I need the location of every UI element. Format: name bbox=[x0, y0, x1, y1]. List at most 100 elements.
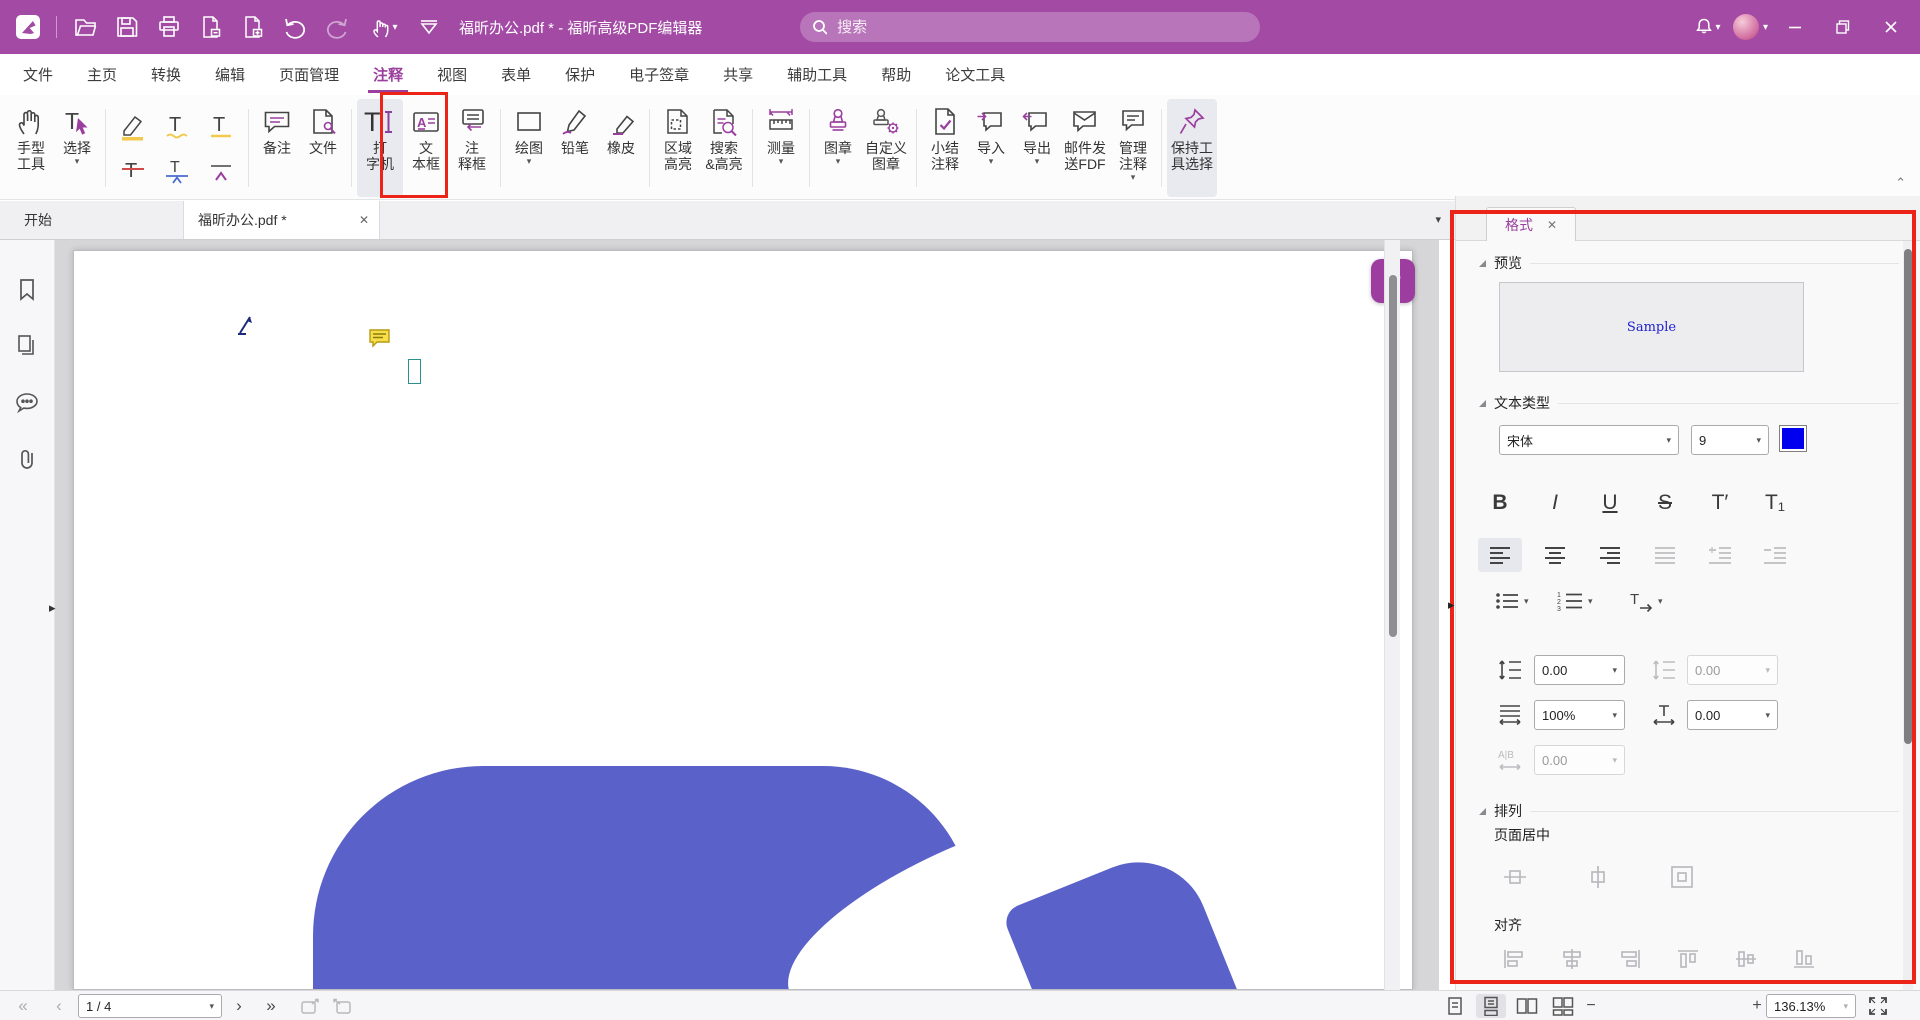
center-vertically-button[interactable] bbox=[1501, 863, 1529, 891]
menu-tab-esign[interactable]: 电子签章 bbox=[612, 54, 706, 95]
panel-scrollbar-thumb[interactable] bbox=[1904, 249, 1912, 744]
align-objects-hcenter-button[interactable] bbox=[1559, 947, 1585, 971]
select-tool-button[interactable]: T 选择 ▾ bbox=[54, 99, 100, 197]
pages-panel-button[interactable] bbox=[14, 332, 40, 358]
replace-text-button[interactable]: T bbox=[159, 152, 195, 188]
menu-tab-convert[interactable]: 转换 bbox=[134, 54, 198, 95]
arrange-section-header[interactable]: 排列 bbox=[1479, 801, 1899, 821]
align-right-button[interactable] bbox=[1588, 538, 1632, 572]
stamp-button[interactable]: 图章 ▾ bbox=[815, 99, 861, 197]
tab-list-dropdown-icon[interactable]: ▾ bbox=[1435, 213, 1441, 226]
next-page-button[interactable]: › bbox=[228, 991, 250, 1020]
menu-tab-accessibility[interactable]: 辅助工具 bbox=[770, 54, 864, 95]
align-objects-top-button[interactable] bbox=[1675, 947, 1701, 971]
previous-page-button[interactable]: ‹ bbox=[48, 991, 70, 1020]
area-highlight-button[interactable]: 区域 高亮 bbox=[655, 99, 701, 197]
page-number-select[interactable]: 1 / 4 ▾ bbox=[78, 994, 222, 1018]
menu-tab-page-management[interactable]: 页面管理 bbox=[262, 54, 356, 95]
zoom-out-button[interactable]: − bbox=[1582, 991, 1600, 1020]
account-menu[interactable]: ▾ bbox=[1733, 14, 1768, 40]
menu-tab-file[interactable]: 文件 bbox=[6, 54, 70, 95]
drawing-button[interactable]: 绘图 ▾ bbox=[506, 99, 552, 197]
menu-tab-view[interactable]: 视图 bbox=[420, 54, 484, 95]
menu-tab-home[interactable]: 主页 bbox=[70, 54, 134, 95]
single-page-view-button[interactable] bbox=[1440, 994, 1470, 1018]
close-panel-icon[interactable]: ✕ bbox=[1547, 218, 1557, 232]
restore-button[interactable] bbox=[1822, 0, 1864, 54]
typewriter-text-cursor[interactable] bbox=[408, 359, 421, 384]
align-objects-bottom-button[interactable] bbox=[1791, 947, 1817, 971]
canvas-scrollbar-thumb[interactable] bbox=[1389, 275, 1397, 637]
fullscreen-button[interactable] bbox=[1864, 991, 1892, 1020]
minimize-button[interactable] bbox=[1774, 0, 1816, 54]
superscript-button[interactable]: T′ bbox=[1698, 485, 1742, 521]
horizontal-scale-select[interactable]: 0.00 ▾ bbox=[1687, 700, 1778, 730]
import-notes-button[interactable]: 导入 ▾ bbox=[968, 99, 1014, 197]
callout-button[interactable]: 注 释框 bbox=[449, 99, 495, 197]
search-box[interactable] bbox=[800, 12, 1260, 42]
previous-view-button[interactable] bbox=[296, 991, 324, 1020]
close-window-button[interactable] bbox=[1870, 0, 1912, 54]
menu-tab-share[interactable]: 共享 bbox=[706, 54, 770, 95]
avatar[interactable] bbox=[1733, 14, 1759, 40]
save-button[interactable] bbox=[111, 11, 143, 43]
summary-notes-button[interactable]: 小结 注释 bbox=[922, 99, 968, 197]
print-button[interactable] bbox=[153, 11, 185, 43]
menu-tab-thesis-tools[interactable]: 论文工具 bbox=[928, 54, 1022, 95]
align-objects-left-button[interactable] bbox=[1501, 947, 1527, 971]
note-button[interactable]: 备注 bbox=[254, 99, 300, 197]
sidebar-expand-handle[interactable]: ▸ bbox=[49, 600, 56, 616]
note-annotation-icon[interactable] bbox=[368, 328, 392, 350]
file-attachment-button[interactable]: 文件 bbox=[300, 99, 346, 197]
attachments-panel-button[interactable] bbox=[14, 446, 40, 472]
bold-button[interactable]: B bbox=[1478, 485, 1522, 521]
first-page-button[interactable]: « bbox=[10, 991, 36, 1020]
panel-scrollbar[interactable] bbox=[1903, 241, 1913, 990]
menu-tab-protect[interactable]: 保护 bbox=[548, 54, 612, 95]
open-file-button[interactable] bbox=[69, 11, 101, 43]
justify-button[interactable] bbox=[1643, 538, 1687, 572]
char-scale-select[interactable]: 100% ▾ bbox=[1534, 700, 1625, 730]
search-input[interactable] bbox=[835, 18, 1248, 37]
export-notes-button[interactable]: 导出 ▾ bbox=[1014, 99, 1060, 197]
mail-fdf-button[interactable]: 邮件发 送FDF bbox=[1060, 99, 1110, 197]
page-add-icon[interactable] bbox=[237, 11, 269, 43]
textbox-button[interactable]: A 文 本框 bbox=[403, 99, 449, 197]
menu-tab-edit[interactable]: 编辑 bbox=[198, 54, 262, 95]
center-horizontally-button[interactable] bbox=[1584, 863, 1612, 891]
eraser-button[interactable]: 橡皮 bbox=[598, 99, 644, 197]
panel-collapse-handle[interactable]: ▸ bbox=[1448, 597, 1455, 613]
page-remove-icon[interactable] bbox=[195, 11, 227, 43]
underline-button[interactable]: U bbox=[1588, 485, 1632, 521]
notifications-bell-icon[interactable]: ▾ bbox=[1687, 11, 1727, 43]
strikethrough-button[interactable]: S bbox=[1643, 485, 1687, 521]
hand-tool-button[interactable]: 手型 工具 bbox=[8, 99, 54, 197]
keep-tool-selected-button[interactable]: 保持工 具选择 bbox=[1167, 99, 1217, 197]
bullet-list-button[interactable]: ▾ bbox=[1494, 590, 1529, 612]
italic-button[interactable]: I bbox=[1533, 485, 1577, 521]
strikeout-text-button[interactable]: T bbox=[115, 152, 151, 188]
subscript-button[interactable]: T₁ bbox=[1753, 485, 1797, 521]
indent-increase-button[interactable] bbox=[1698, 538, 1742, 572]
menu-tab-help[interactable]: 帮助 bbox=[864, 54, 928, 95]
font-color-swatch[interactable] bbox=[1779, 425, 1807, 452]
align-left-button[interactable] bbox=[1478, 538, 1522, 572]
last-page-button[interactable]: » bbox=[258, 991, 284, 1020]
facing-view-button[interactable] bbox=[1512, 994, 1542, 1018]
funnel-icon[interactable] bbox=[413, 11, 445, 43]
comments-panel-button[interactable] bbox=[14, 390, 40, 416]
zoom-level-select[interactable]: 136.13% ▾ bbox=[1766, 994, 1856, 1018]
document-tab[interactable]: 福昕办公.pdf * ✕ bbox=[184, 201, 380, 239]
indent-decrease-button[interactable] bbox=[1753, 538, 1797, 572]
manage-notes-button[interactable]: 管理 注释 ▾ bbox=[1110, 99, 1156, 197]
menu-tab-comment[interactable]: 注释 bbox=[356, 54, 420, 95]
align-objects-vcenter-button[interactable] bbox=[1733, 947, 1759, 971]
search-highlight-button[interactable]: 搜索 &高亮 bbox=[701, 99, 747, 197]
format-panel-tab[interactable]: 格式 ✕ bbox=[1486, 207, 1576, 241]
line-spacing-select[interactable]: 0.00 ▾ bbox=[1534, 655, 1625, 685]
font-family-select[interactable]: 宋体 ▾ bbox=[1499, 425, 1679, 455]
menu-tab-form[interactable]: 表单 bbox=[484, 54, 548, 95]
canvas-scrollbar[interactable] bbox=[1384, 240, 1400, 990]
collapse-ribbon-icon[interactable]: ⌃ bbox=[1895, 175, 1906, 191]
text-direction-button[interactable]: T ▾ bbox=[1628, 590, 1663, 612]
